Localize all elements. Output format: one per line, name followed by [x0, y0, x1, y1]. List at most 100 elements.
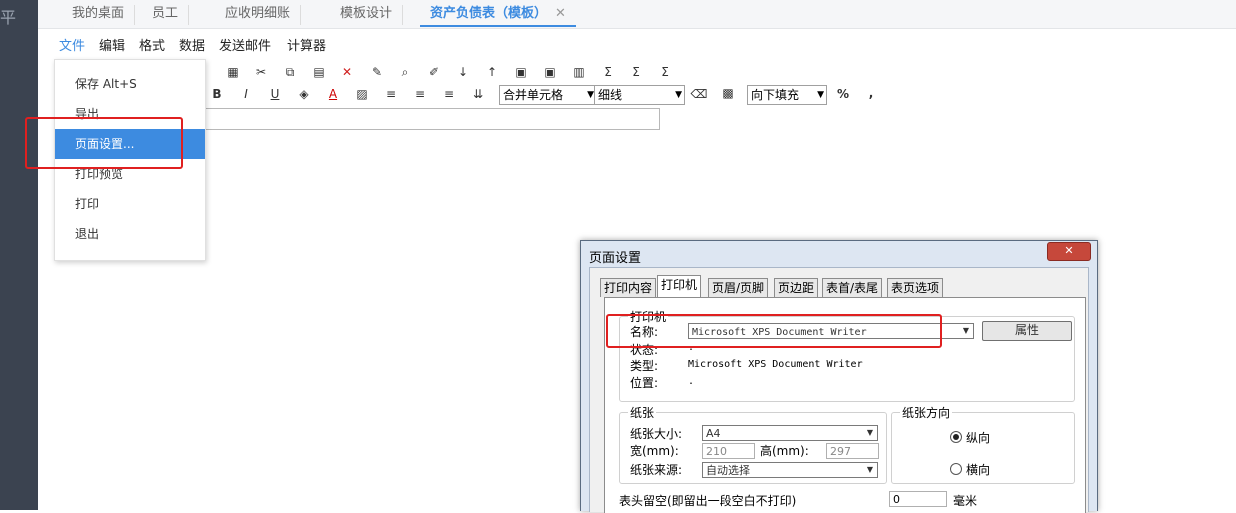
printer-location-value: .	[688, 376, 695, 387]
chart-icon[interactable]: ▣	[512, 63, 530, 81]
tab-balance-sheet[interactable]: 资产负债表（模板） ✕	[420, 5, 576, 27]
percent-icon[interactable]: %	[834, 85, 852, 103]
dialog-title: 页面设置	[589, 251, 642, 266]
printer-type-value: Microsoft XPS Document Writer	[688, 359, 863, 370]
chevron-down-icon: ▼	[675, 90, 682, 100]
header-margin-input[interactable]: 0	[889, 491, 947, 507]
chevron-down-icon: ▼	[817, 90, 824, 100]
sort-asc-icon[interactable]: ↓	[454, 63, 472, 81]
replace-icon[interactable]: ✐	[425, 63, 443, 81]
wrap-text-icon[interactable]: ⇊	[469, 85, 487, 103]
printer-location-label: 位置:	[630, 376, 659, 390]
tab-label: 资产负债表（模板）	[430, 6, 548, 21]
tab-label: 我的桌面	[72, 6, 125, 21]
menu-item-save[interactable]: 保存 Alt+S	[55, 69, 205, 99]
tab-label: 模板设计	[340, 6, 393, 21]
portrait-label: 纵向	[966, 431, 991, 445]
tab-receivable-ledger[interactable]: 应收明细账	[215, 5, 302, 25]
page-icon[interactable]: ▥	[570, 63, 588, 81]
comma-icon[interactable]: ,	[862, 84, 880, 102]
fill-color-icon[interactable]: ◈	[295, 85, 313, 103]
menu-send-email[interactable]: 发送邮件	[219, 35, 271, 54]
align-right-icon[interactable]: ≡	[440, 85, 458, 103]
header-margin-label: 表头留空(即留出一段空白不打印)	[619, 494, 797, 508]
border-icon[interactable]: ▨	[353, 85, 371, 103]
line-style-value: 细线	[598, 88, 623, 102]
tab-header-footer[interactable]: 页眉/页脚	[708, 278, 769, 297]
paper-width-input[interactable]: 210	[702, 443, 755, 459]
menu-item-print[interactable]: 打印	[55, 189, 205, 219]
sum-col-icon[interactable]: Σ	[656, 63, 674, 81]
menu-data[interactable]: 数据	[179, 35, 205, 54]
grid-icon[interactable]: ▦	[224, 63, 242, 81]
image-icon[interactable]: ▣	[541, 63, 559, 81]
italic-icon[interactable]: I	[237, 85, 255, 103]
portrait-radio[interactable]	[950, 431, 962, 443]
sidebar-glyph: 平	[0, 8, 17, 27]
orientation-group: 纸张方向 纵向 横向	[891, 404, 1075, 484]
scissors-icon[interactable]: ✂	[252, 63, 270, 81]
close-icon[interactable]: ✕	[555, 6, 566, 21]
delete-icon[interactable]: ✕	[338, 63, 356, 81]
menu-bar: 文件 编辑 格式 数据 发送邮件 计算器	[38, 29, 1236, 57]
paper-height-input[interactable]: 297	[826, 443, 879, 459]
header-margin-unit: 毫米	[953, 494, 978, 508]
printer-properties-button[interactable]: 属性	[982, 321, 1072, 341]
landscape-radio[interactable]	[950, 463, 962, 475]
chevron-down-icon: ▼	[866, 465, 874, 474]
paste-icon[interactable]: ▤	[310, 63, 328, 81]
orientation-group-title: 纸张方向	[900, 404, 953, 421]
tab-employee[interactable]: 员工	[142, 5, 190, 25]
menu-calculator[interactable]: 计算器	[287, 35, 326, 54]
tab-printer[interactable]: 打印机	[657, 275, 702, 298]
chevron-down-icon: ▼	[587, 90, 594, 100]
sum-icon[interactable]: Σ	[599, 63, 617, 81]
menu-edit[interactable]: 编辑	[99, 35, 125, 54]
paper-group: 纸张 纸张大小: A4 ▼ 宽(mm): 210 高(mm): 297 纸张来源…	[619, 404, 887, 484]
sort-desc-icon[interactable]: ↑	[483, 63, 501, 81]
fill-down-value: 向下填充	[751, 88, 800, 102]
tab-print-content[interactable]: 打印内容	[600, 278, 657, 297]
tab-desktop[interactable]: 我的桌面	[62, 5, 136, 25]
menu-item-exit[interactable]: 退出	[55, 219, 205, 249]
formula-input[interactable]	[188, 108, 660, 130]
tab-bar: 我的桌面 员工 应收明细账 模板设计 资产负债表（模板） ✕	[38, 0, 1236, 29]
merge-cells-value: 合并单元格	[503, 88, 564, 102]
close-icon[interactable]: ✕	[1047, 242, 1091, 261]
copy-icon[interactable]: ⧉	[281, 63, 299, 81]
paper-source-label: 纸张来源:	[630, 463, 683, 477]
bold-icon[interactable]: B	[208, 85, 226, 103]
merge-cells-select[interactable]: 合并单元格 ▼	[499, 85, 597, 105]
tab-page-options[interactable]: 表页选项	[887, 278, 944, 297]
menu-file[interactable]: 文件	[59, 35, 85, 54]
tab-label: 员工	[152, 6, 179, 21]
align-center-icon[interactable]: ≡	[411, 85, 429, 103]
align-left-icon[interactable]: ≡	[382, 85, 400, 103]
dialog-body: 打印内容 打印机 页眉/页脚 页边距 表首/表尾 表页选项 打印机 名称: Mi…	[589, 267, 1089, 513]
fill-down-select[interactable]: 向下填充 ▼	[747, 85, 827, 105]
font-color-icon[interactable]: A	[324, 85, 342, 103]
paper-source-value: 自动选择	[706, 464, 750, 477]
underline-icon[interactable]: U	[266, 85, 284, 103]
paper-height-label: 高(mm):	[760, 444, 809, 458]
paper-size-label: 纸张大小:	[630, 427, 683, 441]
find-icon[interactable]: ⌕	[396, 63, 414, 81]
paper-group-title: 纸张	[628, 404, 657, 421]
page-setup-dialog: 页面设置 ✕ 打印内容 打印机 页眉/页脚 页边距 表首/表尾 表页选项 打印机…	[580, 240, 1098, 513]
chevron-down-icon: ▼	[962, 326, 970, 335]
format-painter-icon[interactable]: ▩	[719, 84, 737, 102]
paper-source-select[interactable]: 自动选择 ▼	[702, 462, 878, 478]
tab-template-design[interactable]: 模板设计	[330, 5, 404, 25]
paper-size-select[interactable]: A4 ▼	[702, 425, 878, 441]
line-style-select[interactable]: 细线 ▼	[594, 85, 685, 105]
paper-size-value: A4	[706, 427, 721, 440]
sum-row-icon[interactable]: Σ	[627, 63, 645, 81]
tab-table-head-tail[interactable]: 表首/表尾	[822, 278, 883, 297]
tab-label: 应收明细账	[225, 6, 291, 21]
printer-type-label: 类型:	[630, 359, 659, 373]
eraser-icon[interactable]: ⌫	[690, 85, 708, 103]
tab-margins[interactable]: 页边距	[774, 278, 819, 297]
chevron-down-icon: ▼	[866, 428, 874, 437]
menu-format[interactable]: 格式	[139, 35, 165, 54]
brush-icon[interactable]: ✎	[368, 63, 386, 81]
